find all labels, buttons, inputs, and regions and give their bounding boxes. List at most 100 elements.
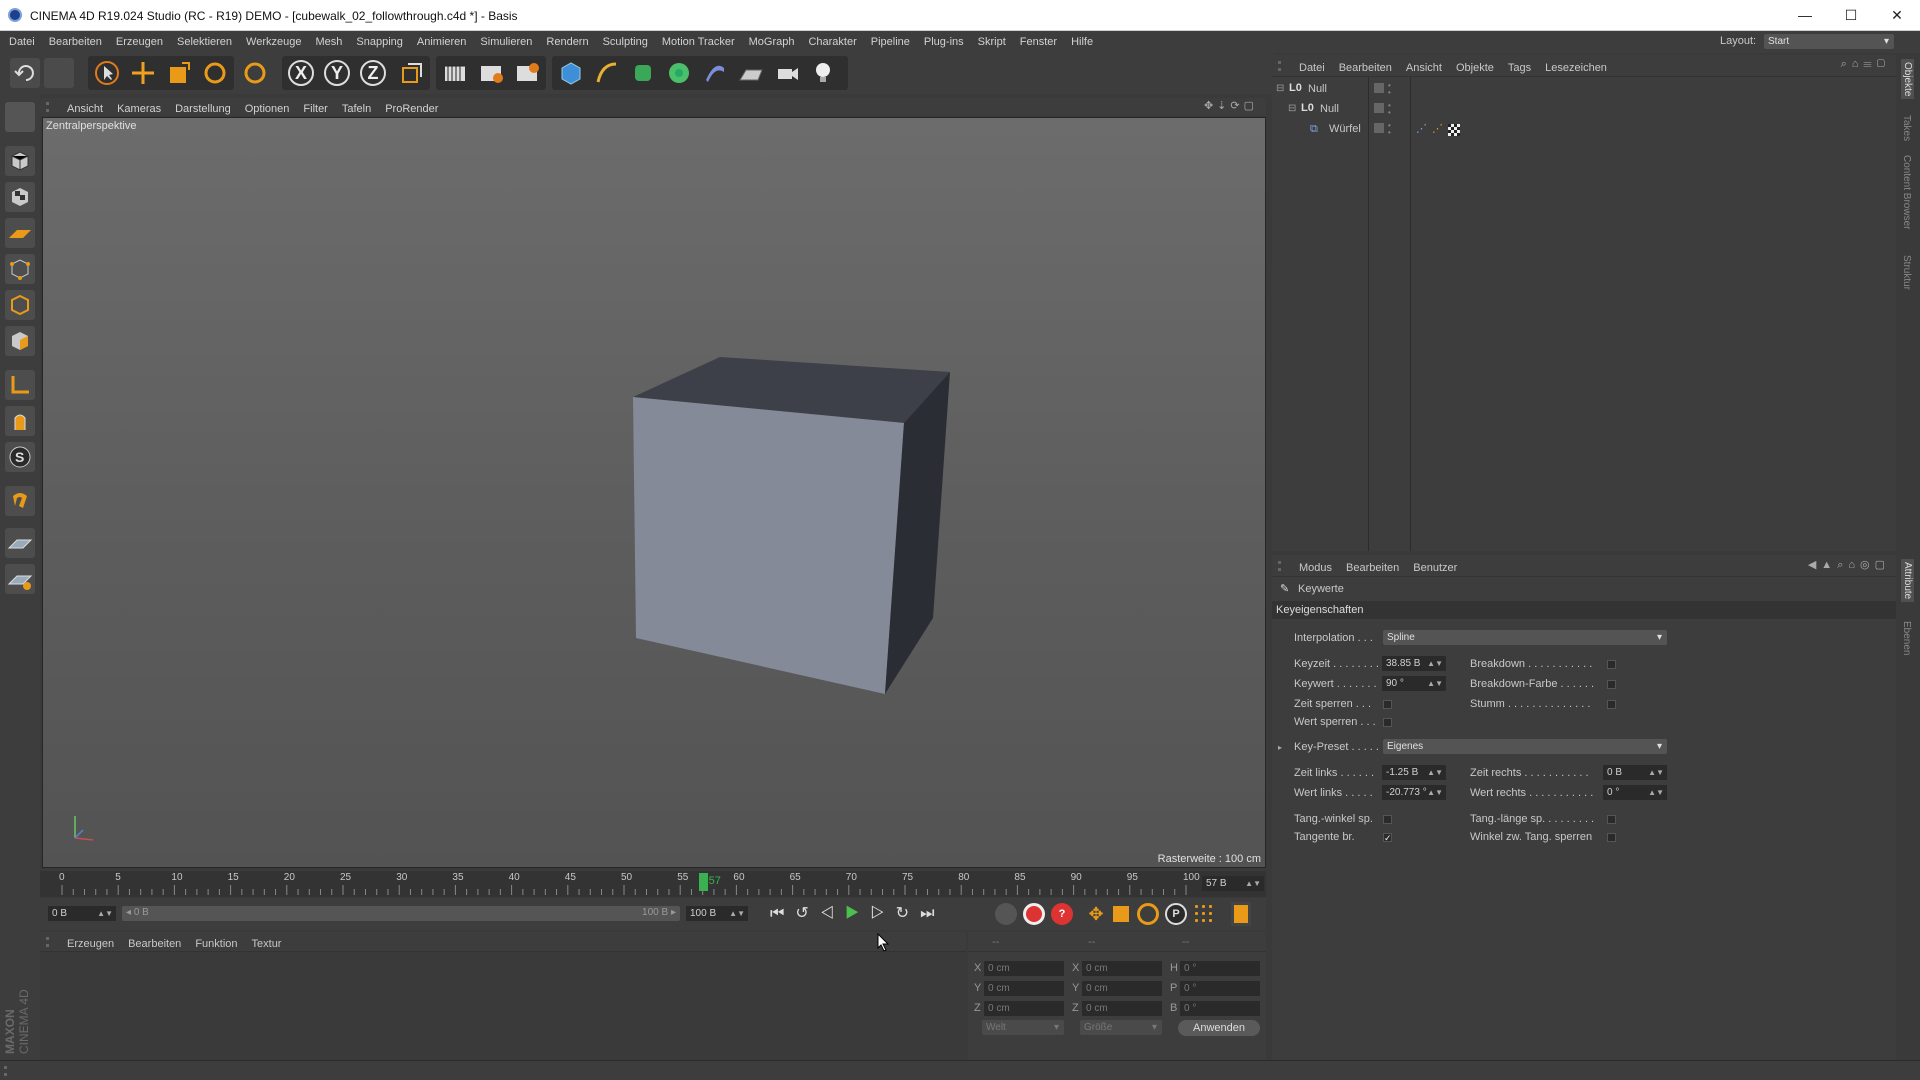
visibility-toggle-icon[interactable]: [1374, 83, 1384, 93]
visibility-toggle-icon[interactable]: [1374, 103, 1384, 113]
tab-struktur[interactable]: Struktur: [1901, 255, 1912, 290]
visibility-toggle-icon[interactable]: [1374, 123, 1384, 133]
subdivision-surface-icon[interactable]: [628, 58, 658, 88]
phong-tag-icon[interactable]: ⋰: [1416, 122, 1427, 135]
tweak-mode-icon[interactable]: [5, 406, 35, 436]
make-editable-icon[interactable]: [5, 102, 35, 132]
close-button[interactable]: ✕: [1874, 0, 1920, 31]
key-parameter-icon[interactable]: P: [1165, 903, 1187, 925]
points-mode-icon[interactable]: [5, 254, 35, 284]
zeit-links-field[interactable]: -1.25 B ▲▼: [1382, 765, 1446, 780]
layout-dropdown[interactable]: Start: [1764, 34, 1894, 49]
spline-pen-icon[interactable]: [592, 58, 622, 88]
model-mode-icon[interactable]: [5, 146, 35, 176]
object-menu-bearbeiten[interactable]: Bearbeiten: [1332, 57, 1399, 79]
stumm-checkbox[interactable]: [1607, 700, 1616, 709]
object-name[interactable]: Null: [1308, 83, 1327, 95]
play-icon[interactable]: ▶: [845, 905, 870, 922]
x-axis-lock-button[interactable]: X: [286, 58, 316, 88]
size-z-field[interactable]: 0 cm: [1082, 1001, 1162, 1016]
keyzeit-field[interactable]: 38.85 B ▲▼: [1382, 656, 1446, 671]
edges-mode-icon[interactable]: [5, 290, 35, 320]
viewport-menu-prorender[interactable]: ProRender: [378, 100, 445, 118]
attr-menu-bearbeiten[interactable]: Bearbeiten: [1339, 557, 1406, 579]
texture-mode-icon[interactable]: [5, 182, 35, 212]
viewport-navigation-icons[interactable]: ✥⇣⟳▢: [1204, 99, 1258, 112]
object-row-wuerfel[interactable]: ⧉ Würfel • • ⋰ ⋰: [1272, 121, 1896, 139]
redo-button[interactable]: [44, 58, 74, 88]
tangente-br-checkbox[interactable]: ✓: [1383, 833, 1392, 843]
menu-selektieren[interactable]: Selektieren: [170, 31, 239, 53]
motion-tag-icon[interactable]: ⋰: [1432, 122, 1443, 135]
zeit-rechts-field[interactable]: 0 B ▲▼: [1603, 765, 1667, 780]
material-menu-erzeugen[interactable]: Erzeugen: [60, 934, 121, 954]
y-axis-lock-button[interactable]: Y: [322, 58, 352, 88]
menu-mograph[interactable]: MoGraph: [742, 31, 802, 53]
object-name[interactable]: Würfel: [1329, 123, 1361, 135]
viewport-menu-kameras[interactable]: Kameras: [110, 100, 168, 118]
object-menu-ansicht[interactable]: Ansicht: [1399, 57, 1449, 79]
position-x-field[interactable]: 0 cm: [984, 961, 1064, 976]
key-rotation-icon[interactable]: [1137, 903, 1159, 925]
object-row-null-1[interactable]: ⊟ L0 Null • •: [1272, 81, 1896, 99]
snapping-icon[interactable]: S: [5, 442, 35, 472]
rotation-p-field[interactable]: 0 °: [1180, 981, 1260, 996]
workplane-mode-icon[interactable]: [5, 218, 35, 248]
coordinate-mode-dropdown[interactable]: Welt: [982, 1020, 1064, 1035]
timeline-ruler[interactable]: 0 5 10 15 20 25 30 35 40 45 50 55 60 65 70 75 80 85 90 95 10…: [40, 871, 1266, 897]
menu-datei[interactable]: Datei: [2, 31, 42, 53]
render-view-icon[interactable]: [440, 58, 470, 88]
previous-frame-icon[interactable]: ◁: [820, 905, 845, 922]
winkel-zw-checkbox[interactable]: [1607, 833, 1616, 842]
key-preset-dropdown[interactable]: Eigenes: [1383, 739, 1667, 754]
next-frame-icon[interactable]: ▷: [870, 905, 895, 922]
render-settings-icon[interactable]: [512, 58, 542, 88]
axis-mode-icon[interactable]: [5, 370, 35, 400]
autokey-icon[interactable]: ?: [1051, 903, 1073, 925]
key-pla-icon[interactable]: [1193, 903, 1215, 925]
key-scale-icon[interactable]: [1113, 906, 1129, 922]
menu-plugins[interactable]: Plug-ins: [917, 31, 971, 53]
workplane-snap-icon[interactable]: [5, 528, 35, 558]
material-menu-funktion[interactable]: Funktion: [188, 934, 244, 954]
rotation-b-field[interactable]: 0 °: [1180, 1001, 1260, 1016]
light-bulb-icon[interactable]: [808, 58, 838, 88]
object-menu-datei[interactable]: Datei: [1292, 57, 1332, 79]
keywert-field[interactable]: 90 ° ▲▼: [1382, 676, 1446, 691]
wert-sperren-checkbox[interactable]: [1383, 718, 1392, 727]
expand-arrow-icon[interactable]: ▸: [1278, 743, 1282, 752]
material-menu-bearbeiten[interactable]: Bearbeiten: [121, 934, 188, 954]
menu-werkzeuge[interactable]: Werkzeuge: [239, 31, 308, 53]
coordinate-system-icon[interactable]: [396, 58, 426, 88]
current-frame-field[interactable]: 57 B ▲▼: [1202, 876, 1264, 891]
object-menu-lesezeichen[interactable]: Lesezeichen: [1538, 57, 1614, 79]
editor-render-dots-icon[interactable]: • •: [1388, 82, 1391, 97]
viewport-menu-darstellung[interactable]: Darstellung: [168, 100, 238, 118]
collapse-toggle-icon[interactable]: ⊟: [1288, 103, 1296, 114]
apply-button[interactable]: Anwenden: [1178, 1020, 1260, 1036]
magnet-icon[interactable]: [5, 486, 35, 516]
material-menu-textur[interactable]: Textur: [245, 934, 289, 954]
viewport-menu-filter[interactable]: Filter: [296, 100, 334, 118]
menu-hilfe[interactable]: Hilfe: [1064, 31, 1100, 53]
maximize-button[interactable]: ☐: [1828, 0, 1874, 31]
mograph-cloner-icon[interactable]: [664, 58, 694, 88]
current-frame-marker[interactable]: [698, 873, 708, 891]
size-x-field[interactable]: 0 cm: [1082, 961, 1162, 976]
menu-mesh[interactable]: Mesh: [308, 31, 349, 53]
tab-takes[interactable]: Takes: [1901, 115, 1912, 141]
cube-primitive-icon[interactable]: [556, 58, 586, 88]
size-mode-dropdown[interactable]: Größe: [1080, 1020, 1162, 1035]
end-frame-field[interactable]: 100 B ▲▼: [686, 906, 748, 921]
breakdown-checkbox[interactable]: [1607, 660, 1616, 669]
previous-key-icon[interactable]: ↺: [795, 905, 819, 922]
wert-rechts-field[interactable]: 0 ° ▲▼: [1603, 785, 1667, 800]
rotate-icon[interactable]: [200, 58, 230, 88]
recent-tool-icon[interactable]: [240, 58, 270, 88]
editor-render-dots-icon[interactable]: • •: [1388, 122, 1391, 137]
record-object-icon[interactable]: [995, 903, 1017, 925]
move-icon[interactable]: [128, 58, 158, 88]
start-frame-field[interactable]: 0 B ▲▼: [48, 906, 116, 921]
undo-button[interactable]: [10, 58, 40, 88]
tab-objekte[interactable]: Objekte: [1901, 59, 1914, 100]
